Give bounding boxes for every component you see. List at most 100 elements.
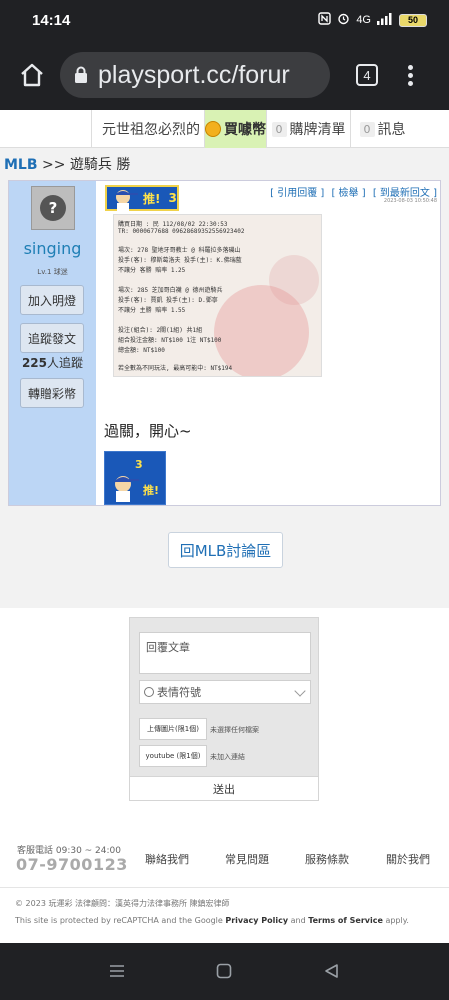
signature-push-label: 推! bbox=[143, 484, 160, 497]
message-count-badge: 0 bbox=[359, 121, 375, 137]
upload-image-status: 未選擇任何檔案 bbox=[210, 726, 259, 734]
cart-count-badge: 0 bbox=[271, 121, 287, 137]
messages-label: 訊息 bbox=[377, 122, 406, 138]
avatar[interactable]: ? bbox=[31, 186, 75, 230]
reply-textarea[interactable]: 回覆文章 bbox=[139, 632, 311, 674]
ticket-line: 若全數為不同玩法, 最高可能中: NT$194 bbox=[118, 365, 233, 372]
ticket-line: 投手(客): 穆斯葛洛夫 投手(主): K.佛瑞藍 bbox=[118, 257, 242, 264]
recaptcha-and: and bbox=[288, 916, 309, 925]
cart-label: 購牌清單 bbox=[289, 122, 346, 138]
author-level: Lv.1 球迷 bbox=[37, 268, 68, 276]
browser-toolbar: playsport.cc/forur 4 bbox=[0, 40, 449, 110]
alarm-icon bbox=[337, 12, 350, 28]
add-friend-button[interactable]: 加入明燈 bbox=[20, 285, 84, 315]
status-time: 14:14 bbox=[32, 11, 71, 29]
home-icon bbox=[21, 63, 43, 87]
baseball-mascot-icon bbox=[115, 190, 138, 212]
back-nav-icon[interactable] bbox=[323, 963, 339, 979]
lock-icon bbox=[75, 66, 87, 83]
nfc-icon bbox=[318, 12, 332, 28]
browser-menu-button[interactable] bbox=[408, 64, 413, 86]
system-navigation-bar bbox=[0, 943, 449, 1000]
url-text: playsport.cc/forur bbox=[98, 60, 290, 89]
home-nav-icon[interactable] bbox=[216, 963, 232, 979]
baseball-mascot-icon bbox=[114, 476, 139, 502]
quote-reply-link[interactable]: [ 引用回覆 ] bbox=[270, 188, 324, 199]
lottery-ticket-image[interactable]: 購買日期 : 民 112/08/02 22:30:53 TR: 000067768… bbox=[113, 214, 322, 377]
footer-link-contact[interactable]: 聯絡我們 bbox=[145, 851, 189, 867]
footer-divider bbox=[0, 887, 449, 888]
youtube-link-button[interactable]: youtube (限1個) bbox=[139, 745, 207, 767]
recaptcha-text: This site is protected by reCAPTCHA and … bbox=[15, 916, 226, 925]
push-badge[interactable]: 推! 3 bbox=[105, 185, 179, 212]
dot-icon bbox=[408, 72, 413, 78]
address-bar[interactable]: playsport.cc/forur bbox=[60, 52, 330, 98]
battery-icon: 50 bbox=[399, 13, 427, 27]
forum-post: ? singing Lv.1 球迷 加入明燈 追蹤發文 225人追蹤 轉贈彩幣 … bbox=[8, 180, 441, 506]
footer-phone[interactable]: 07-9700123 bbox=[16, 855, 128, 874]
terms-of-service-link[interactable]: Terms of Service bbox=[308, 916, 383, 925]
ticket-line: 場次: 278 聖地牙哥教士 @ 科羅拉多落磯山 bbox=[118, 247, 241, 254]
ticket-line: 組合投注金額: NT$100 1注 NT$100 bbox=[118, 337, 222, 344]
reply-form: 回覆文章 表情符號 上傳圖片(限1個) 未選擇任何檔案 youtube (限1個… bbox=[129, 617, 319, 801]
status-bar: 14:14 4G 50 bbox=[0, 0, 449, 40]
network-type: 4G bbox=[356, 14, 371, 26]
youtube-link-status: 未加入連結 bbox=[210, 753, 245, 761]
upload-image-button[interactable]: 上傳圖片(限1個) bbox=[139, 718, 207, 740]
footer-link-faq[interactable]: 常見問題 bbox=[225, 851, 269, 867]
question-mark-icon: ? bbox=[40, 195, 66, 221]
submit-button[interactable]: 送出 bbox=[130, 776, 318, 800]
report-link[interactable]: [ 檢舉 ] bbox=[331, 188, 365, 199]
ticket-line: 不讓分 主勝 賠率 1.55 bbox=[118, 307, 186, 314]
news-ticker[interactable]: 元世祖忽必烈的 bbox=[91, 110, 204, 148]
ticket-line: 投手(客): 賈凱 投手(主): D.鄧寧 bbox=[118, 297, 218, 304]
buy-coin-label: 買噱幣 bbox=[224, 122, 266, 138]
ticket-line: TR: 0000677688 09628689352556923402 bbox=[118, 228, 245, 235]
author-username[interactable]: singing bbox=[9, 239, 96, 258]
breadcrumb-separator: >> bbox=[41, 157, 66, 173]
follow-count-suffix: 人追蹤 bbox=[47, 356, 84, 370]
emoji-select[interactable]: 表情符號 bbox=[139, 680, 311, 704]
post-actions: [ 引用回覆 ] [ 檢舉 ] [ 到最新回文 ] bbox=[266, 184, 437, 199]
footer-link-terms[interactable]: 服務條款 bbox=[305, 851, 349, 867]
footer-link-about[interactable]: 關於我們 bbox=[386, 851, 430, 867]
status-icons: 4G 50 bbox=[318, 12, 427, 28]
signal-icon bbox=[377, 12, 393, 28]
page-title: 遊騎兵 勝 bbox=[69, 157, 131, 173]
footer-copyright: © 2023 玩運彩 法律顧問：漢英得力法律事務所 陳鎮宏律師 bbox=[15, 899, 230, 908]
follow-posts-button[interactable]: 追蹤發文 bbox=[20, 323, 84, 353]
back-to-board-button[interactable]: 回MLB討論區 bbox=[168, 532, 283, 568]
site-top-nav: 元世祖忽必烈的 買噱幣 0 購牌清單 0 訊息 bbox=[0, 110, 449, 148]
messages-button[interactable]: 0 訊息 bbox=[350, 110, 414, 148]
footer-recaptcha-notice: This site is protected by reCAPTCHA and … bbox=[15, 916, 409, 925]
ticket-line: 不讓分 客勝 賠率 1.25 bbox=[118, 267, 186, 274]
ticket-line: 購買日期 : 民 112/08/02 22:30:53 bbox=[118, 221, 228, 228]
post-body: 過關，開心~ bbox=[104, 422, 192, 440]
signature-push-badge: 3 推! bbox=[104, 451, 166, 505]
push-label: 推! bbox=[143, 191, 161, 206]
author-panel: ? singing Lv.1 球迷 加入明燈 追蹤發文 225人追蹤 轉贈彩幣 bbox=[9, 181, 96, 505]
cart-button[interactable]: 0 購牌清單 bbox=[266, 110, 350, 148]
buy-coin-button[interactable]: 買噱幣 bbox=[204, 110, 266, 148]
post-date: 2023-08-03 10:50:48 bbox=[383, 198, 437, 204]
recent-apps-icon[interactable] bbox=[108, 963, 126, 979]
tab-switcher-button[interactable]: 4 bbox=[356, 64, 378, 86]
recaptcha-apply: apply. bbox=[382, 916, 409, 925]
ticket-line: 總金額: NT$100 bbox=[118, 347, 165, 354]
smiley-icon bbox=[144, 687, 154, 697]
follow-count: 225人追蹤 bbox=[9, 354, 96, 371]
follow-count-number: 225 bbox=[21, 356, 48, 370]
privacy-policy-link[interactable]: Privacy Policy bbox=[225, 916, 288, 925]
breadcrumb: MLB >> 遊騎兵 勝 bbox=[4, 154, 130, 174]
breadcrumb-section-link[interactable]: MLB bbox=[4, 157, 38, 173]
ticket-line: 投注(組合): 2關(1組) 共1組 bbox=[118, 327, 203, 334]
emoji-select-label: 表情符號 bbox=[157, 686, 201, 699]
coin-icon bbox=[205, 121, 221, 137]
dot-icon bbox=[408, 80, 413, 86]
dot-icon bbox=[408, 64, 413, 70]
push-count: 3 bbox=[168, 191, 177, 205]
home-button[interactable] bbox=[12, 55, 52, 95]
chevron-down-icon bbox=[294, 685, 306, 697]
ticket-line: 場次: 285 芝加哥白襪 @ 德州遊騎兵 bbox=[118, 287, 223, 294]
gift-coin-button[interactable]: 轉贈彩幣 bbox=[20, 378, 84, 408]
